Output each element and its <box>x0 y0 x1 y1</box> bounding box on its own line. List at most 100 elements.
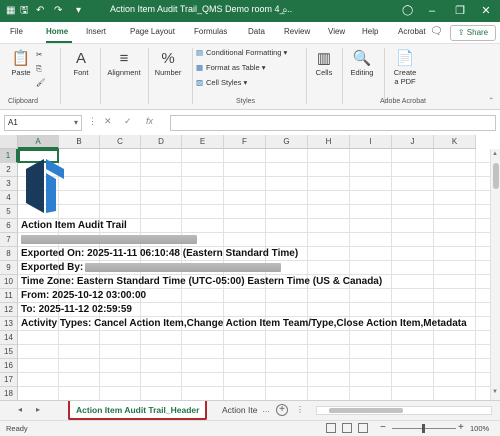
cell-a12-to[interactable]: To: 2025-11-12 02:59:59 <box>21 303 132 317</box>
tab-home[interactable]: Home <box>46 27 68 36</box>
row-header-8[interactable]: 8 <box>0 247 18 261</box>
tab-file[interactable]: File <box>10 27 23 36</box>
column-header-d[interactable]: D <box>141 135 182 149</box>
row-header-12[interactable]: 12 <box>0 303 18 317</box>
column-header-f[interactable]: F <box>224 135 266 149</box>
more-sheets-icon[interactable]: … <box>262 405 270 414</box>
paste-button[interactable]: 📋 Paste <box>8 50 34 77</box>
sheet-tab-header[interactable]: Action Item Audit Trail_Header <box>68 401 208 420</box>
tab-review[interactable]: Review <box>284 27 310 36</box>
row-header-15[interactable]: 15 <box>0 345 18 359</box>
redo-icon[interactable]: ↷ <box>54 3 62 19</box>
copy-icon[interactable]: ⎘ <box>36 64 42 74</box>
row-header-4[interactable]: 4 <box>0 191 18 205</box>
tab-splitter-icon[interactable]: ⋮ <box>296 405 304 414</box>
editing-button[interactable]: 🔍 Editing <box>344 50 380 77</box>
horizontal-scrollbar[interactable] <box>316 406 492 415</box>
restore-icon[interactable]: ❐ <box>446 0 474 22</box>
zoom-out-button[interactable]: − <box>380 422 386 433</box>
vertical-scrollbar[interactable]: ▲ ▼ <box>490 149 500 400</box>
page-layout-view-icon[interactable] <box>342 423 352 433</box>
row-header-2[interactable]: 2 <box>0 163 18 177</box>
cell-styles-button[interactable]: ▨ Cell Styles ▾ <box>196 78 247 87</box>
tab-data[interactable]: Data <box>248 27 265 36</box>
conditional-formatting-button[interactable]: ▤ Conditional Formatting ▾ <box>196 48 287 57</box>
column-header-a[interactable]: A <box>18 135 59 149</box>
cell-a6-title[interactable]: Action Item Audit Trail <box>21 219 127 233</box>
sheet-next-icon[interactable]: ▸ <box>36 405 40 414</box>
gridline-horizontal <box>18 162 490 163</box>
tab-formulas[interactable]: Formulas <box>194 27 227 36</box>
sheet-tab-action-items[interactable]: Action Ite <box>216 401 260 420</box>
page-break-view-icon[interactable] <box>358 423 368 433</box>
zoom-level[interactable]: 100% <box>470 424 489 433</box>
row-header-5[interactable]: 5 <box>0 205 18 219</box>
name-box[interactable]: A1 ▾ <box>4 115 82 131</box>
sheet-prev-icon[interactable]: ◂ <box>18 405 22 414</box>
normal-view-icon[interactable] <box>326 423 336 433</box>
comment-icon[interactable]: 🗨 <box>430 25 444 39</box>
tab-insert[interactable]: Insert <box>86 27 106 36</box>
number-button[interactable]: % Number <box>150 50 186 77</box>
search-icon[interactable]: ⌕ <box>282 3 288 19</box>
tab-acrobat[interactable]: Acrobat <box>398 27 426 36</box>
horizontal-scroll-thumb[interactable] <box>329 408 403 413</box>
format-painter-icon[interactable]: 🖌 <box>36 78 46 87</box>
column-header-g[interactable]: G <box>266 135 308 149</box>
row-header-13[interactable]: 13 <box>0 317 18 331</box>
cut-icon[interactable]: ✂ <box>36 50 42 59</box>
row-header-17[interactable]: 17 <box>0 373 18 387</box>
column-header-i[interactable]: I <box>350 135 392 149</box>
vertical-scroll-thumb[interactable] <box>493 163 499 189</box>
row-header-6[interactable]: 6 <box>0 219 18 233</box>
column-header-j[interactable]: J <box>392 135 434 149</box>
zoom-slider-knob[interactable] <box>422 424 425 433</box>
cell-a11-from[interactable]: From: 2025-10-12 03:00:00 <box>21 289 146 303</box>
formula-input[interactable] <box>170 115 496 131</box>
row-header-9[interactable]: 9 <box>0 261 18 275</box>
customize-icon[interactable]: ▾ <box>76 3 81 19</box>
cells-button[interactable]: ▥ Cells <box>310 50 338 77</box>
cancel-icon[interactable]: ✕ <box>104 116 112 127</box>
select-all-corner[interactable] <box>0 135 18 149</box>
save-icon[interactable]: 🖫 <box>20 3 29 19</box>
cell-a13-activity-types[interactable]: Activity Types: Cancel Action Item,Chang… <box>21 317 489 331</box>
column-header-b[interactable]: B <box>59 135 100 149</box>
cells-label: Cells <box>315 68 333 77</box>
column-header-e[interactable]: E <box>182 135 224 149</box>
row-header-7[interactable]: 7 <box>0 233 18 247</box>
column-header-h[interactable]: H <box>308 135 350 149</box>
tab-page-layout[interactable]: Page Layout <box>130 27 175 36</box>
cell-a7-redacted[interactable] <box>21 233 197 247</box>
add-sheet-icon[interactable]: + <box>276 404 288 416</box>
minimize-icon[interactable]: – <box>418 0 446 22</box>
scroll-down-icon[interactable]: ▼ <box>492 389 498 395</box>
row-header-10[interactable]: 10 <box>0 275 18 289</box>
row-header-11[interactable]: 11 <box>0 289 18 303</box>
tab-view[interactable]: View <box>328 27 345 36</box>
insert-function-icon[interactable]: fx <box>146 116 153 126</box>
share-button[interactable]: ⇪ Share <box>450 25 496 41</box>
format-as-table-button[interactable]: ▦ Format as Table ▾ <box>196 63 266 72</box>
create-pdf-button[interactable]: 📄 Create a PDF <box>390 50 420 86</box>
cell-a10-time-zone[interactable]: Time Zone: Eastern Standard Time (UTC-05… <box>21 275 382 289</box>
user-icon[interactable]: ◯ <box>402 3 413 19</box>
collapse-ribbon-icon[interactable]: ⌃ <box>488 96 494 105</box>
row-header-18[interactable]: 18 <box>0 387 18 400</box>
close-icon[interactable]: ✕ <box>472 0 500 22</box>
column-header-k[interactable]: K <box>434 135 476 149</box>
alignment-button[interactable]: ≡ Alignment <box>104 50 144 77</box>
zoom-in-button[interactable]: + <box>458 422 464 433</box>
scroll-up-icon[interactable]: ▲ <box>492 151 498 157</box>
row-header-3[interactable]: 3 <box>0 177 18 191</box>
undo-icon[interactable]: ↶ <box>36 3 44 19</box>
column-header-c[interactable]: C <box>100 135 141 149</box>
cell-a9-exported-by[interactable]: Exported By: <box>21 261 282 275</box>
enter-icon[interactable]: ✓ <box>124 116 132 127</box>
row-header-14[interactable]: 14 <box>0 331 18 345</box>
row-header-1[interactable]: 1 <box>0 149 18 163</box>
row-header-16[interactable]: 16 <box>0 359 18 373</box>
cell-a8-exported-on[interactable]: Exported On: 2025-11-11 06:10:48 (Easter… <box>21 247 298 261</box>
font-button[interactable]: A Font <box>68 50 94 77</box>
tab-help[interactable]: Help <box>362 27 378 36</box>
